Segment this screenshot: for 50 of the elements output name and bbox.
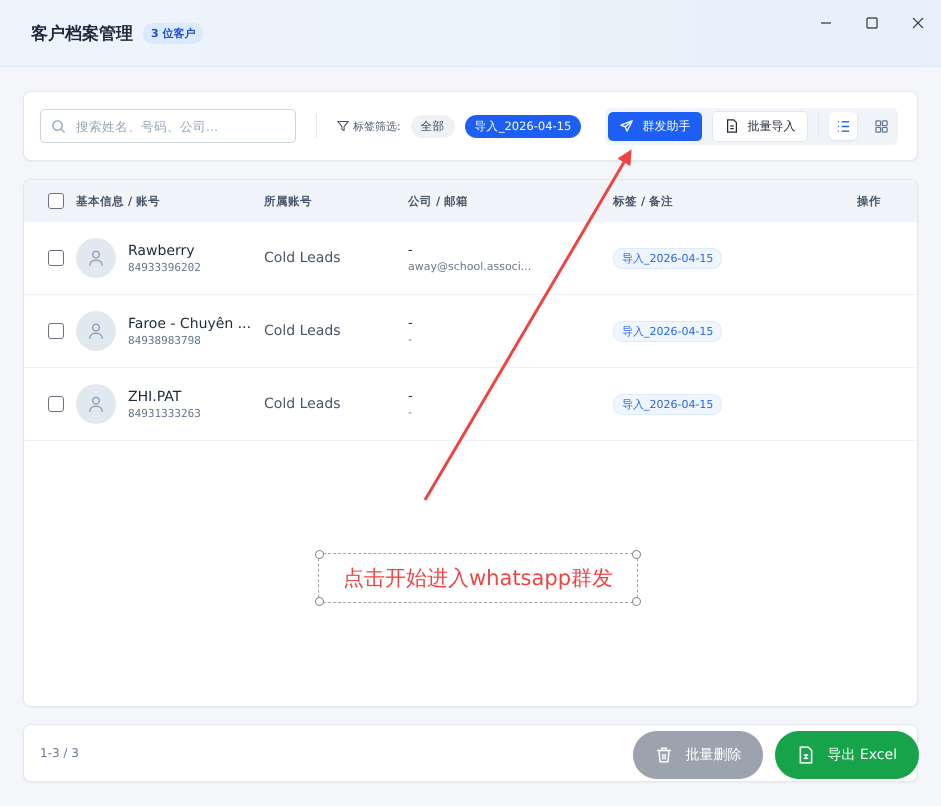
phone-number: 84931333263	[128, 406, 201, 420]
company-cell-text: -	[408, 316, 414, 331]
annotation-text: 点击开始进入whatsapp群发	[342, 565, 614, 592]
company-cell-text: -	[408, 389, 414, 404]
contact-name: Rawberry	[128, 242, 196, 258]
tag-badge: 导入_2026-04-15	[613, 321, 722, 342]
document-icon	[725, 119, 740, 133]
phone-number: 84933396202	[128, 260, 201, 274]
avatar-icon	[76, 311, 116, 351]
import-button[interactable]: 批量导入	[712, 110, 808, 142]
spreadsheet-icon	[797, 746, 816, 764]
account-cell-text: Cold Leads	[264, 396, 342, 412]
count-badge: 3 位客户	[143, 22, 204, 44]
account-cell-text: Cold Leads	[264, 250, 342, 266]
select-all-checkbox[interactable]	[48, 193, 64, 209]
row-checkbox[interactable]	[48, 250, 64, 266]
send-icon	[620, 119, 634, 133]
search-field[interactable]: 搜索姓名、号码、公司...	[40, 109, 296, 143]
avatar-icon	[76, 384, 116, 424]
filter-icon	[337, 120, 349, 132]
phone-number: 84938983798	[128, 334, 202, 346]
list-view-button[interactable]	[829, 112, 858, 140]
account-cell-text: Cold Leads	[264, 323, 342, 339]
column-header: 所属账号	[264, 194, 313, 208]
email-cell-text: away@school.associ...	[408, 260, 532, 273]
column-header: 标签 / 备注	[613, 194, 674, 208]
row-checkbox[interactable]	[48, 396, 64, 412]
avatar-icon	[76, 238, 116, 278]
search-icon	[51, 119, 66, 134]
company-cell-text: -	[408, 243, 414, 258]
tag-badge: 导入_2026-04-15	[613, 394, 722, 415]
email-cell-text: -	[408, 333, 413, 346]
window-title: 客户档案管理	[31, 22, 133, 44]
column-header: 基本信息 / 账号	[76, 194, 162, 208]
broadcast-button[interactable]: 群发助手	[608, 112, 702, 140]
column-header: 公司 / 邮箱	[408, 194, 470, 208]
tag-badge: 导入_2026-04-15	[613, 248, 722, 269]
tag-filter-chip[interactable]: 导入_2026-04-15	[464, 114, 582, 138]
trash-icon	[655, 746, 674, 764]
email-cell-text: -	[408, 406, 413, 419]
row-checkbox[interactable]	[48, 323, 64, 339]
tag-filter-chip[interactable]: 全部	[410, 114, 455, 138]
column-header: 操作	[857, 194, 882, 208]
grid-icon	[874, 118, 889, 134]
pagination-range: 1-3 / 3	[40, 746, 79, 760]
contact-name: Faroe - Chuyên ...	[128, 316, 252, 332]
export-button[interactable]: 导出 Excel	[775, 731, 919, 779]
contact-name: ZHI.PAT	[128, 388, 182, 404]
filter-label: 标签筛选:	[353, 118, 401, 134]
list-icon	[836, 118, 851, 134]
